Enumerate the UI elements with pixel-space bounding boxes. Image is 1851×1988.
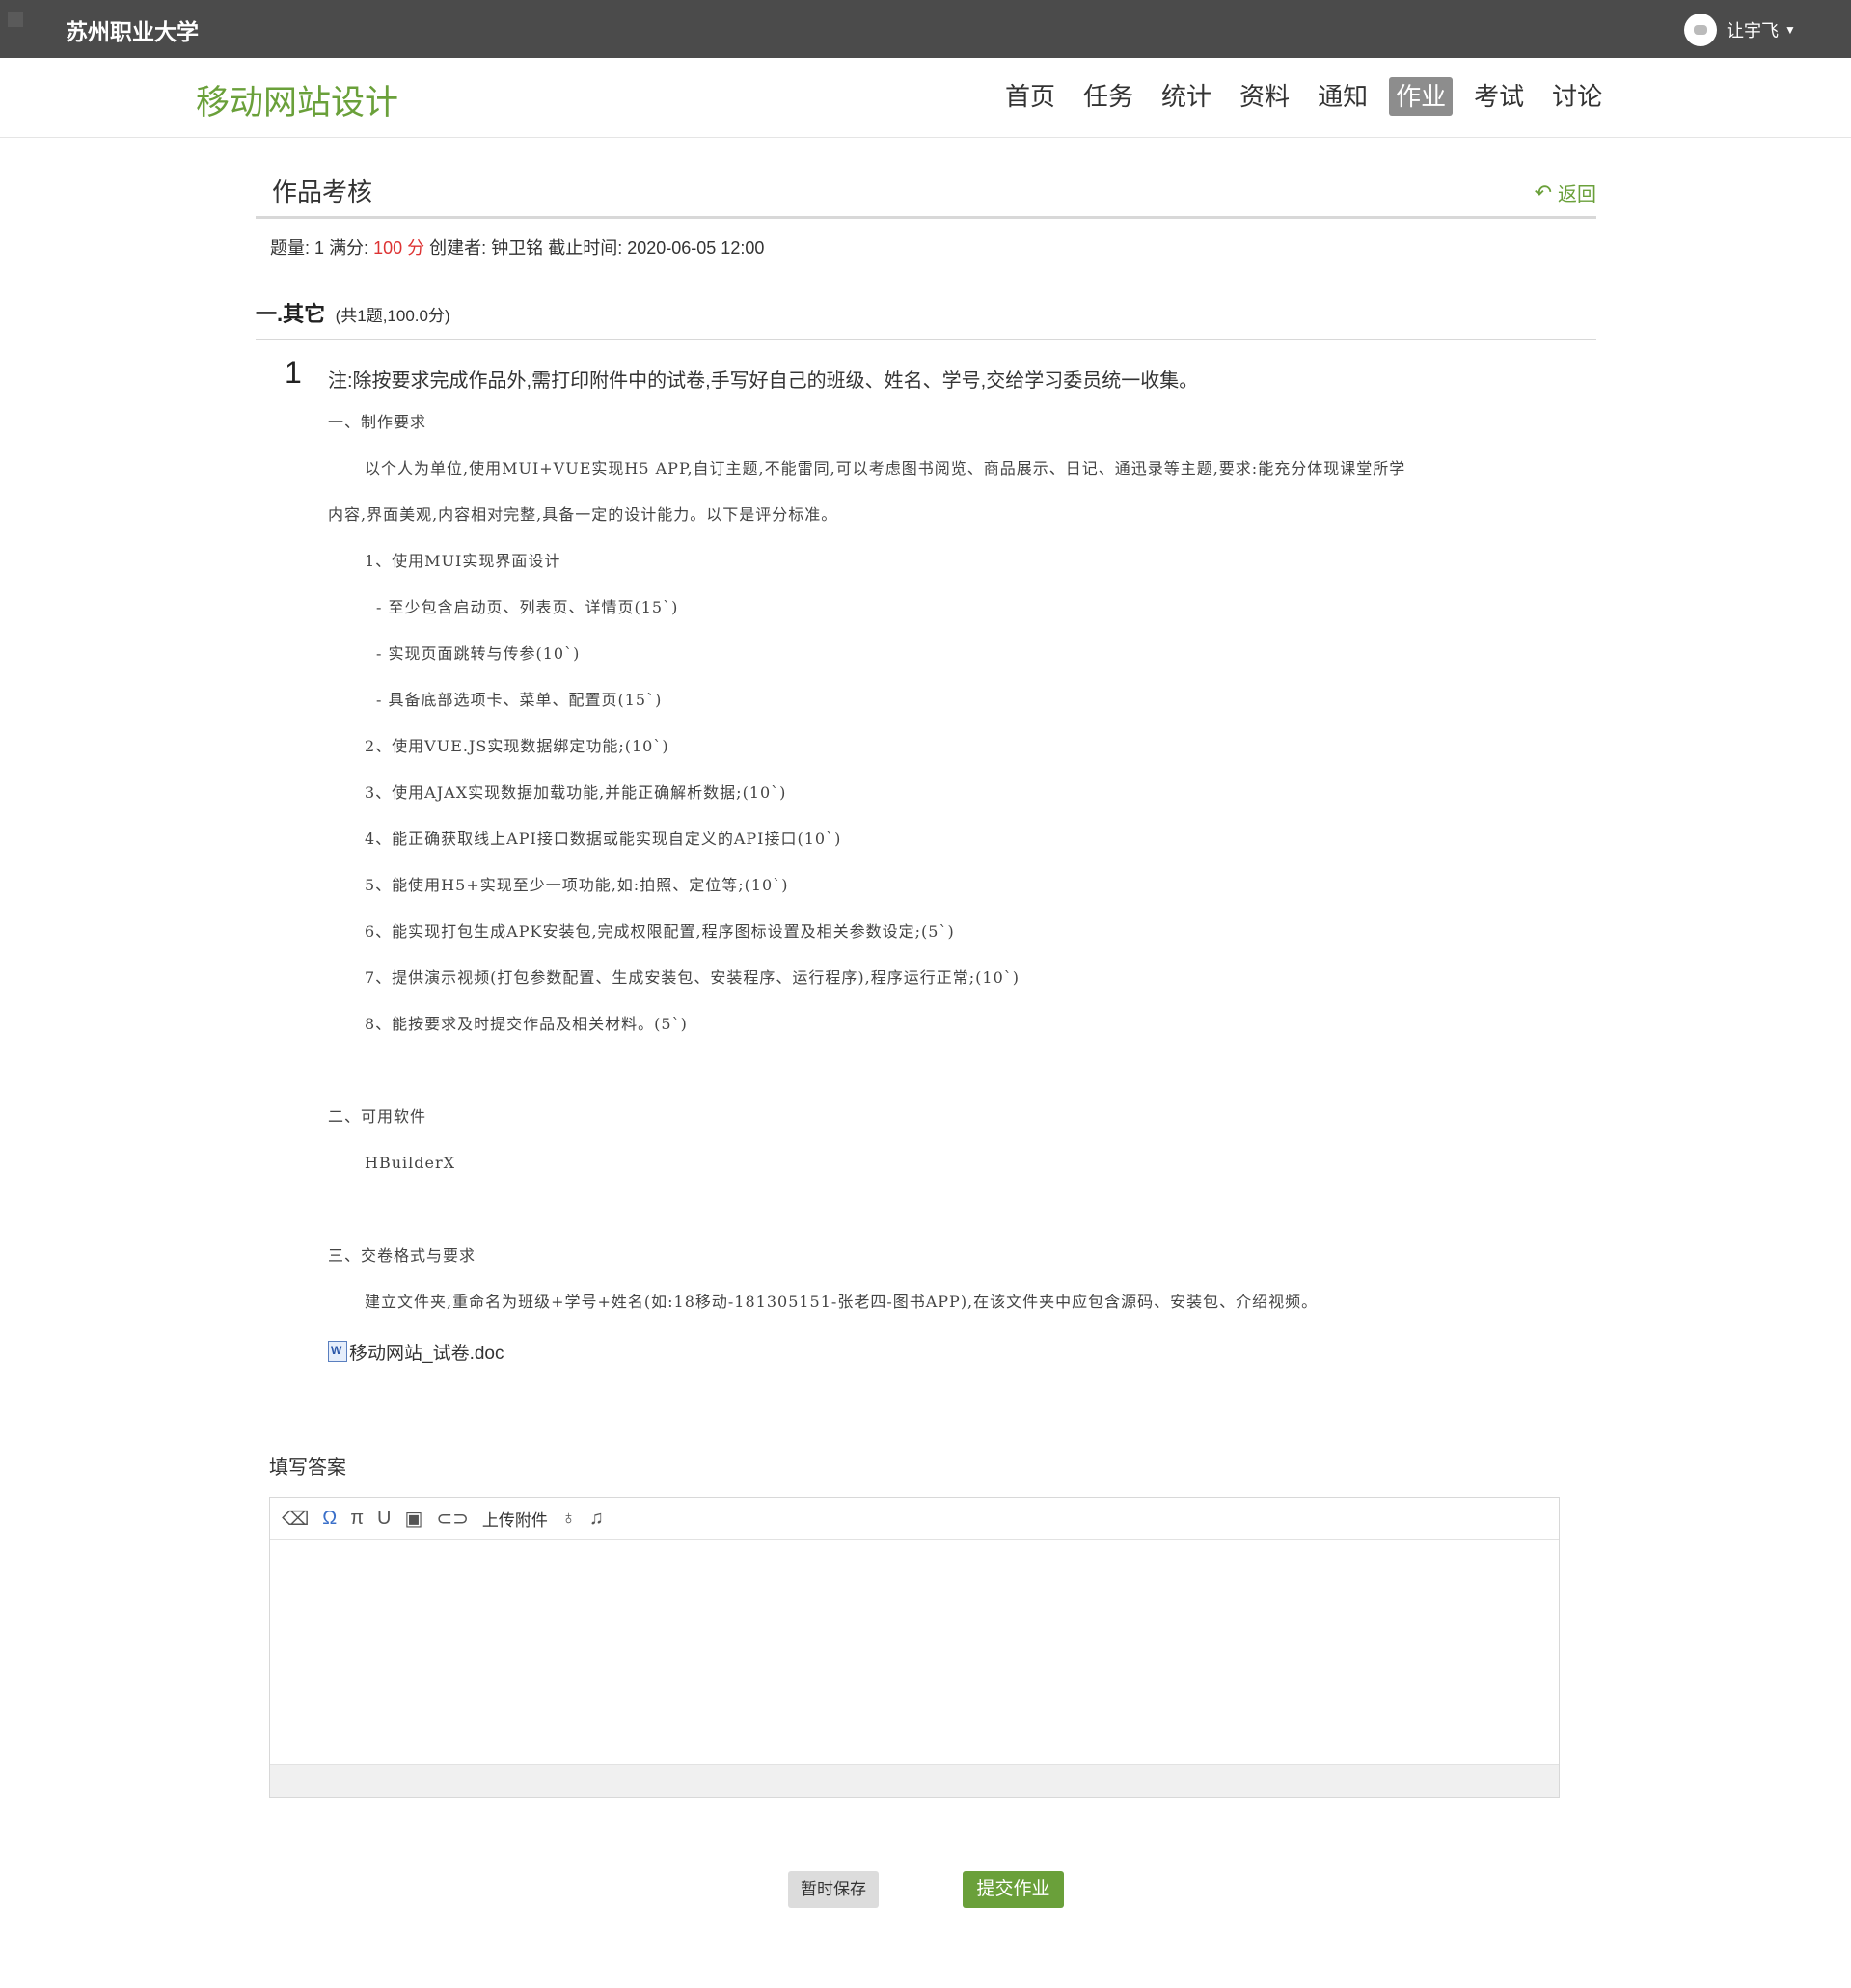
full-score: 100 分 <box>373 238 425 258</box>
answer-label: 填写答案 <box>269 1457 346 1479</box>
section-summary: (共1题,100.0分) <box>335 307 450 325</box>
editor-footer <box>270 1764 1559 1797</box>
attachment-name[interactable]: 移动网站_试卷.doc <box>349 1339 504 1365</box>
back-label: 返回 <box>1558 184 1596 205</box>
question-line: 3、使用AJAX实现数据加载功能,并能正确解析数据;(10`) <box>365 783 787 802</box>
deadline-value: 2020-06-05 12:00 <box>627 238 765 258</box>
nav-item-2[interactable]: 统计 <box>1155 77 1218 116</box>
nav-item-3[interactable]: 资料 <box>1233 77 1296 116</box>
section-title: 一.其它 <box>256 302 326 326</box>
question-line: - 实现页面跳转与传参(10`) <box>376 644 581 663</box>
question-lines: 一、制作要求以个人为单位,使用MUI+VUE实现H5 APP,自订主题,不能雷同… <box>328 411 1582 1337</box>
user-menu[interactable]: 让宇飞 ▼ <box>1684 14 1796 46</box>
editor-toolbar: ⌫ Ωπ U ▣ ⊂⊃ 上传附件 ♁ ♫ <box>270 1498 1559 1540</box>
question-line: - 具备底部选项卡、菜单、配置页(15`) <box>376 691 663 709</box>
question-line: 4、能正确获取线上API接口数据或能实现自定义的API接口(10`) <box>365 830 842 848</box>
nav-item-0[interactable]: 首页 <box>998 77 1062 116</box>
creator-label: 创建者: <box>429 238 487 258</box>
question-line: 2、使用VUE.JS实现数据绑定功能;(10`) <box>365 737 669 755</box>
window-corner-icon <box>8 12 23 27</box>
nav-item-5[interactable]: 作业 <box>1389 77 1454 116</box>
pi-icon[interactable]: π <box>350 1508 364 1530</box>
question-line: 8、能按要求及时提交作品及相关材料。(5`) <box>365 1015 688 1033</box>
back-button[interactable]: ↶ 返回 <box>1535 178 1596 206</box>
question-line: - 至少包含启动页、列表页、详情页(15`) <box>376 598 679 616</box>
question-line: 以个人为单位,使用MUI+VUE实现H5 APP,自订主题,不能雷同,可以考虑图… <box>365 459 1406 477</box>
question-number: 1 <box>285 355 302 390</box>
question-body: 注:除按要求完成作品外,需打印附件中的试卷,手写好自己的班级、姓名、学号,交给学… <box>328 365 1582 1366</box>
full-score-label: 满分: <box>329 238 369 258</box>
nav-item-4[interactable]: 通知 <box>1311 77 1375 116</box>
count-label: 题量: <box>270 238 311 258</box>
attachment-link[interactable]: 移动网站_试卷.doc <box>328 1337 1582 1366</box>
question-line <box>328 1059 1582 1105</box>
image-icon[interactable]: ▣ <box>405 1507 423 1531</box>
upload-icon[interactable]: 上传附件 <box>482 1507 548 1531</box>
course-title[interactable]: 移动网站设计 <box>196 75 398 124</box>
avatar[interactable] <box>1684 14 1717 46</box>
link-icon[interactable]: ⊂⊃ <box>436 1507 469 1531</box>
assignment-content: 作品考核 ↶ 返回 题量: 1 满分: 100 分 创建者: 钟卫铭 截止时间:… <box>256 138 1596 1364</box>
eraser-icon[interactable]: ⌫ <box>282 1507 309 1531</box>
top-bar: 苏州职业大学 让宇飞 ▼ <box>0 0 1851 58</box>
underline-icon[interactable]: U <box>377 1508 391 1530</box>
question-line <box>328 1198 1582 1244</box>
back-arrow-icon: ↶ <box>1534 179 1552 204</box>
microphone-icon[interactable]: ♁ <box>561 1508 576 1530</box>
question-line: 6、能实现打包生成APK安装包,完成权限配置,程序图标设置及相关参数设定;(5`… <box>365 922 955 940</box>
question-line: 建立文件夹,重命名为班级+学号+姓名(如:18移动-181305151-张老四-… <box>365 1293 1319 1311</box>
user-name[interactable]: 让宇飞 <box>1727 17 1779 42</box>
question-line: 内容,界面美观,内容相对完整,具备一定的设计能力。以下是评分标准。 <box>328 505 838 524</box>
course-header: 移动网站设计 首页 任务 统计 资料 通知 作业 考试 讨论 <box>0 58 1851 138</box>
question-line: 7、提供演示视频(打包参数配置、生成安装包、安装程序、运行程序),程序运行正常;… <box>365 968 1020 987</box>
question-line: 三、交卷格式与要求 <box>328 1246 476 1265</box>
omega-icon[interactable]: Ω <box>322 1508 337 1530</box>
question-line: 5、能使用H5+实现至少一项功能,如:拍照、定位等;(10`) <box>365 876 789 894</box>
deadline-label: 截止时间: <box>548 238 623 258</box>
nav-item-7[interactable]: 讨论 <box>1545 77 1609 116</box>
answer-editor[interactable]: ⌫ Ωπ U ▣ ⊂⊃ 上传附件 ♁ ♫ <box>269 1497 1560 1798</box>
nav-item-6[interactable]: 考试 <box>1467 77 1531 116</box>
section-header: 一.其它 (共1题,100.0分) <box>256 297 1596 340</box>
course-nav: 首页 任务 统计 资料 通知 作业 考试 讨论 <box>998 77 1623 116</box>
page-header: 作品考核 ↶ 返回 <box>256 138 1596 219</box>
assignment-meta: 题量: 1 满分: 100 分 创建者: 钟卫铭 截止时间: 2020-06-0… <box>270 234 764 259</box>
school-name[interactable]: 苏州职业大学 <box>66 14 199 46</box>
question-line: HBuilderX <box>365 1154 455 1172</box>
question-line: 二、可用软件 <box>328 1107 427 1126</box>
editor-text-area[interactable] <box>270 1540 1559 1764</box>
question-line: 一、制作要求 <box>328 413 427 431</box>
question-count: 1 <box>314 238 325 258</box>
chevron-down-icon[interactable]: ▼ <box>1784 23 1796 37</box>
submit-assignment-button[interactable]: 提交作业 <box>963 1871 1064 1908</box>
page-title: 作品考核 <box>272 177 373 206</box>
music-icon[interactable]: ♫ <box>589 1508 604 1530</box>
creator-name: 钟卫铭 <box>491 238 544 258</box>
save-draft-button[interactable]: 暂时保存 <box>788 1871 879 1908</box>
question-line: 1、使用MUI实现界面设计 <box>365 552 561 570</box>
word-doc-icon <box>328 1341 347 1362</box>
nav-item-1[interactable]: 任务 <box>1076 77 1140 116</box>
question-note: 注:除按要求完成作品外,需打印附件中的试卷,手写好自己的班级、姓名、学号,交给学… <box>328 370 1199 392</box>
